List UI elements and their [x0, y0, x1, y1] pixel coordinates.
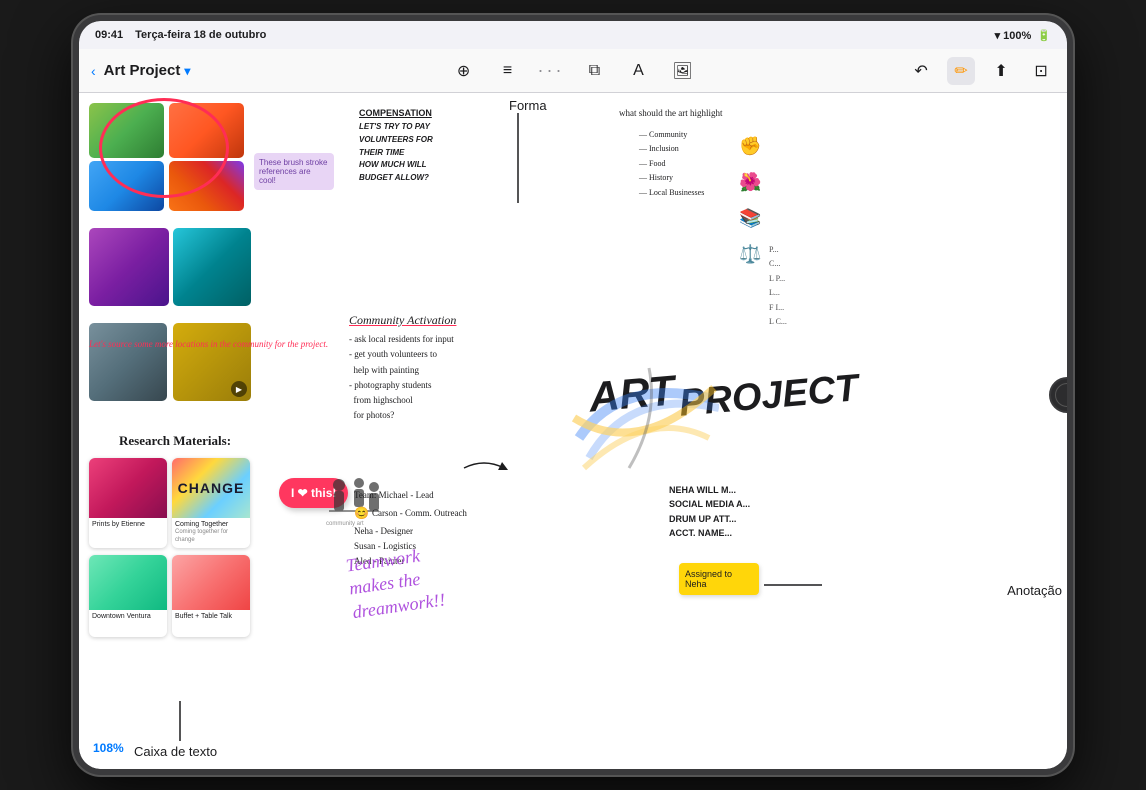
edit-icon[interactable]: ⊡	[1027, 57, 1055, 85]
bottom-thumbnails: Prints by Etienne CHANGE Coming Together…	[89, 458, 250, 548]
what-should-text: what should the art highlight	[619, 108, 723, 118]
time-display: 09:41	[95, 29, 123, 41]
date-display: Terça-feira 18 de outubro	[135, 29, 266, 41]
layers-icon[interactable]: ⧉	[581, 57, 609, 85]
status-left: 09:41 Terça-feira 18 de outubro	[95, 29, 266, 41]
toolbar-center: ⊕ ≡ ··· ⧉ A 🖼	[450, 57, 697, 85]
anotacao-label: Anotação	[1007, 583, 1062, 598]
compensation-title: COMPENSATION	[359, 108, 433, 118]
text-icon[interactable]: A	[625, 57, 653, 85]
buffet-thumbnail[interactable]: Buffet + Table Talk	[172, 555, 250, 637]
arrow-svg	[459, 453, 509, 483]
bottom-thumbnails-2: Downtown Ventura Buffet + Table Talk	[89, 555, 250, 637]
coming-together-label: Coming Together	[175, 521, 247, 529]
right-column-list: P...C...L P...L...F I...L C...	[769, 243, 787, 329]
community-activation-section: Community Activation - ask local residen…	[349, 313, 456, 424]
chevron-down-icon: ▾	[184, 64, 190, 78]
community-emojis: ✊🌺📚⚖️	[739, 128, 761, 272]
caixa-texto-label: Caixa de texto	[134, 744, 217, 759]
photo-group-lower: ▶	[89, 323, 254, 403]
home-button-inner	[1055, 383, 1073, 407]
back-button[interactable]: ‹	[91, 63, 96, 79]
more-dots: ···	[538, 60, 565, 81]
zoom-indicator: 108%	[93, 741, 124, 755]
toolbar-left: ‹ Art Project ▾	[91, 62, 442, 79]
compensation-text: LET'S TRY TO PAYVOLUNTEERS FORTHEIR TIME…	[359, 121, 433, 185]
map-label: Downtown Ventura	[92, 613, 151, 620]
teamwork-text: Teamwork makes the dreamwork!!	[345, 542, 447, 624]
community-activation-title: Community Activation	[349, 313, 456, 328]
brush-note: These brush stroke references are cool!	[254, 153, 334, 190]
research-materials-label: Research Materials:	[119, 433, 231, 449]
pink-location-note: Let's source some more locations in the …	[89, 338, 328, 352]
pen-icon[interactable]: ✏	[947, 57, 975, 85]
change-text: CHANGE	[178, 480, 245, 496]
prints-label: Prints by Etienne	[92, 521, 145, 528]
map-thumbnail[interactable]: Downtown Ventura	[89, 555, 167, 637]
antenna-icon[interactable]: ⊕	[450, 57, 478, 85]
anotacao-line	[764, 575, 824, 595]
status-bar: 09:41 Terça-feira 18 de outubro ▾ 100% 🔋	[79, 21, 1067, 49]
buffet-label: Buffet + Table Talk	[175, 613, 232, 620]
community-list: — Community — Inclusion — Food — History…	[639, 128, 704, 200]
ipad-screen: 09:41 Terça-feira 18 de outubro ▾ 100% 🔋…	[79, 21, 1067, 769]
project-title[interactable]: Art Project ▾	[104, 62, 191, 79]
ipad-frame: 09:41 Terça-feira 18 de outubro ▾ 100% 🔋…	[73, 15, 1073, 775]
coming-together-sub: Coming together for change	[175, 529, 247, 543]
brush-note-text: These brush stroke references are cool!	[259, 158, 327, 185]
canvas: These brush stroke references are cool!	[79, 93, 1067, 769]
caixa-texto-line	[179, 701, 181, 741]
toolbar: ‹ Art Project ▾ ⊕ ≡ ··· ⧉ A 🖼 ↶ ✏ ⬆ ⊡	[79, 49, 1067, 93]
change-poster-thumbnail[interactable]: CHANGE Coming Together Coming together f…	[172, 458, 250, 548]
prints-thumbnail[interactable]: Prints by Etienne	[89, 458, 167, 548]
forma-label: Forma	[509, 98, 547, 113]
colored-strokes	[569, 358, 719, 478]
share-icon[interactable]: ⬆	[987, 57, 1015, 85]
status-right: ▾ 100% 🔋	[995, 29, 1051, 42]
photo-group-top	[89, 103, 249, 213]
align-icon[interactable]: ≡	[494, 57, 522, 85]
wifi-icon: ▾ 100%	[995, 29, 1032, 42]
community-bullets: - ask local residents for input - get yo…	[349, 332, 456, 424]
undo-icon[interactable]: ↶	[907, 57, 935, 85]
compensation-section: COMPENSATION LET'S TRY TO PAYVOLUNTEERS …	[359, 108, 433, 185]
main-content[interactable]: These brush stroke references are cool!	[79, 93, 1067, 769]
battery-icon: 🔋	[1037, 29, 1051, 42]
sticky-assigned-neha: Assigned to Neha	[679, 563, 759, 595]
photo-group-mid	[89, 228, 254, 308]
neha-text: NEHA WILL M...SOCIAL MEDIA A...DRUM UP A…	[669, 483, 750, 541]
forma-line	[517, 113, 519, 203]
toolbar-right: ↶ ✏ ⬆ ⊡	[705, 57, 1056, 85]
project-title-text: Art Project	[104, 62, 181, 79]
image-icon[interactable]: 🖼	[669, 57, 697, 85]
